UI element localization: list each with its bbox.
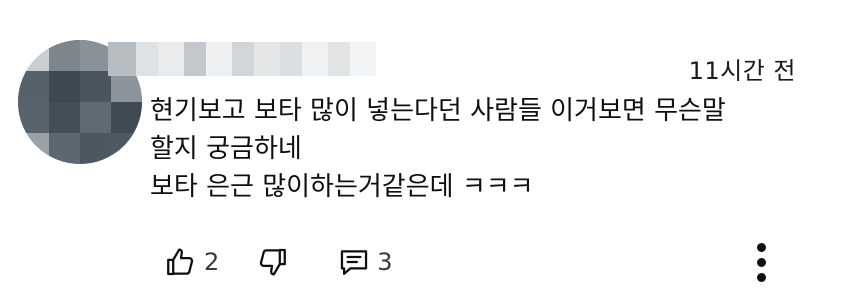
comment-timestamp: 11시간 전 <box>688 57 796 85</box>
comment-actions: 2 3 <box>164 240 393 284</box>
more-vertical-icon <box>757 258 766 267</box>
comment-icon <box>341 250 368 275</box>
thumbs-up-icon <box>167 248 194 276</box>
comment-line: 현기보고 보타 많이 넣는다던 사람들 이거보면 무슨말 <box>150 96 726 126</box>
dislike-button[interactable] <box>255 245 289 279</box>
username-redacted[interactable] <box>108 42 376 76</box>
more-vertical-icon <box>757 273 766 282</box>
thumbs-down-icon <box>260 248 287 276</box>
more-vertical-icon <box>757 243 766 252</box>
more-options-button[interactable] <box>750 240 774 284</box>
comment-line: 보타 은근 많이하는거같은데 ㅋㅋㅋ <box>150 172 534 202</box>
like-button[interactable]: 2 <box>164 245 219 279</box>
comment-text: 현기보고 보타 많이 넣는다던 사람들 이거보면 무슨말 할지 궁금하네 보타 … <box>150 92 810 206</box>
comment-line: 할지 궁금하네 <box>150 134 302 164</box>
reply-count: 3 <box>377 248 393 276</box>
like-count: 2 <box>204 248 220 276</box>
reply-button[interactable]: 3 <box>337 245 393 279</box>
